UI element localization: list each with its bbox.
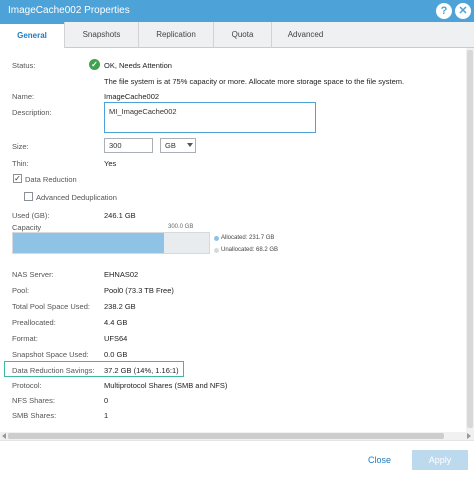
description-input[interactable]: MI_ImageCache002 <box>104 102 316 133</box>
tab-general[interactable]: General <box>0 22 64 49</box>
unallocated-legend: Unallocated: 68.2 GB <box>221 247 279 253</box>
preallocated-value: 4.4 GB <box>104 318 128 327</box>
tab-quota[interactable]: Quota <box>213 22 271 48</box>
ok-check-icon: ✓ <box>89 59 100 70</box>
help-icon[interactable]: ? <box>436 3 452 19</box>
capacity-max: 300.0 GB <box>168 224 194 230</box>
format-label: Format: <box>12 334 38 343</box>
advanced-dedup-checkbox[interactable] <box>24 192 33 201</box>
capacity-bar <box>12 232 210 254</box>
close-button[interactable]: Close <box>368 455 391 465</box>
window-title: ImageCache002 Properties <box>8 5 130 16</box>
preallocated-label: Preallocated: <box>12 318 56 327</box>
apply-button[interactable]: Apply <box>412 450 468 470</box>
status-value: OK, Needs Attention <box>104 61 172 70</box>
advanced-dedup-label: Advanced Deduplication <box>36 193 117 202</box>
used-label: Used (GB): <box>12 211 50 220</box>
unallocated-dot-icon <box>214 248 219 253</box>
smb-value: 1 <box>104 411 109 420</box>
protocol-value: Multiprotocol Shares (SMB and NFS) <box>104 381 228 390</box>
drs-value: 37.2 GB (14%, 1.16:1) <box>104 366 179 375</box>
allocated-legend: Allocated: 231.7 GB <box>221 235 275 241</box>
title-bar: ImageCache002 Properties ? ✕ <box>0 0 474 22</box>
nfs-label: NFS Shares: <box>12 396 55 405</box>
format-value: UFS64 <box>104 334 128 343</box>
close-icon[interactable]: ✕ <box>455 3 471 19</box>
status-message: The file system is at 75% capacity or mo… <box>104 77 405 86</box>
name-value: ImageCache002 <box>104 92 160 101</box>
snapshot-space-label: Snapshot Space Used: <box>12 350 89 359</box>
pool-label: Pool: <box>12 286 30 295</box>
nfs-value: 0 <box>104 396 109 405</box>
dialog-footer: Close Apply <box>0 440 474 478</box>
nas-server-value: EHNAS02 <box>104 270 139 279</box>
scroll-left-icon[interactable] <box>2 433 6 439</box>
scroll-right-icon[interactable] <box>467 433 471 439</box>
tab-advanced[interactable]: Advanced <box>271 22 339 48</box>
smb-label: SMB Shares: <box>12 411 57 420</box>
tab-bar: General Snapshots Replication Quota Adva… <box>0 22 474 49</box>
tab-replication[interactable]: Replication <box>138 22 213 48</box>
chevron-down-icon <box>187 143 193 147</box>
size-label: Size: <box>12 142 29 151</box>
thin-value: Yes <box>104 159 117 168</box>
horizontal-scrollbar[interactable] <box>0 432 474 440</box>
size-unit-value: GB <box>165 141 176 150</box>
nas-server-label: NAS Server: <box>12 270 54 279</box>
horizontal-scroll-thumb[interactable] <box>8 433 444 439</box>
pool-value: Pool0 (73.3 TB Free) <box>104 286 174 295</box>
thin-label: Thin: <box>12 159 29 168</box>
status-label: Status: <box>12 61 36 70</box>
name-label: Name: <box>12 92 35 101</box>
protocol-label: Protocol: <box>12 381 42 390</box>
vertical-scrollbar[interactable] <box>466 48 474 432</box>
size-input[interactable]: 300 <box>104 138 153 153</box>
tab-snapshots[interactable]: Snapshots <box>64 22 138 48</box>
data-reduction-checkbox[interactable]: ✓ <box>13 174 22 183</box>
capacity-label: Capacity <box>12 223 42 232</box>
total-pool-value: 238.2 GB <box>104 302 136 311</box>
drs-label: Data Reduction Savings: <box>12 366 95 375</box>
snapshot-space-value: 0.0 GB <box>104 350 128 359</box>
total-pool-label: Total Pool Space Used: <box>12 302 90 311</box>
description-label: Description: <box>12 108 52 117</box>
allocated-dot-icon <box>214 236 219 241</box>
vertical-scroll-thumb[interactable] <box>467 50 473 428</box>
data-reduction-label: Data Reduction <box>25 175 77 184</box>
used-value: 246.1 GB <box>104 211 136 220</box>
capacity-fill <box>13 233 165 253</box>
